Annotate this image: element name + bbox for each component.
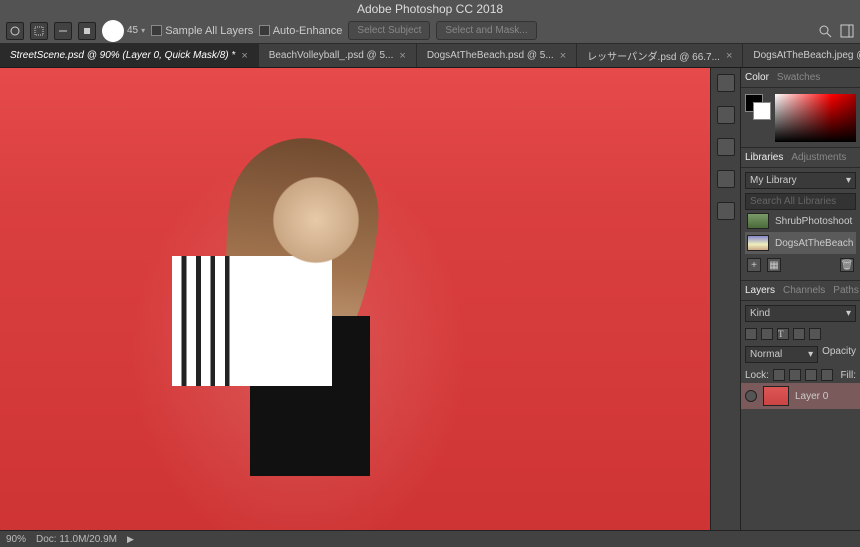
tab-color[interactable]: Color bbox=[745, 72, 769, 83]
brush-dot-icon bbox=[102, 20, 124, 42]
opacity-label: Opacity bbox=[822, 346, 856, 363]
subject-figure bbox=[140, 148, 460, 530]
collapsed-panel-strip bbox=[710, 68, 740, 530]
lock-all-icon[interactable] bbox=[821, 369, 833, 381]
libraries-panel-body: My Library▾ Search All Libraries ShrubPh… bbox=[741, 168, 860, 281]
select-and-mask-button[interactable]: Select and Mask... bbox=[436, 21, 536, 40]
libraries-menu-icon[interactable]: ▦ bbox=[767, 258, 781, 272]
workspace-icon[interactable] bbox=[840, 24, 854, 38]
library-thumb bbox=[747, 213, 769, 229]
brushes-icon[interactable] bbox=[717, 138, 735, 156]
document-tab[interactable]: BeachVolleyball_.psd @ 5...× bbox=[259, 44, 417, 67]
tab-adjustments[interactable]: Adjustments bbox=[791, 152, 846, 163]
filter-type-icon[interactable]: T bbox=[777, 328, 789, 340]
chevron-down-icon: ▾ bbox=[808, 349, 813, 360]
options-bar: 45 ▾ Sample All Layers Auto-Enhance Sele… bbox=[0, 18, 860, 44]
window-title: Adobe Photoshop CC 2018 bbox=[0, 0, 860, 18]
chevron-down-icon: ▾ bbox=[846, 175, 851, 186]
library-dropdown[interactable]: My Library▾ bbox=[745, 172, 856, 189]
layer-name[interactable]: Layer 0 bbox=[795, 391, 828, 402]
filter-image-icon[interactable] bbox=[745, 328, 757, 340]
intersect-selection-icon[interactable] bbox=[78, 22, 96, 40]
tab-libraries[interactable]: Libraries bbox=[745, 152, 783, 163]
layers-panel-tabs: Layers Channels Paths bbox=[741, 281, 860, 301]
lock-image-icon[interactable] bbox=[789, 369, 801, 381]
brush-preview[interactable]: 45 ▾ bbox=[102, 20, 145, 42]
delete-icon[interactable]: 🗑 bbox=[840, 258, 854, 272]
lock-position-icon[interactable] bbox=[805, 369, 817, 381]
filter-shape-icon[interactable] bbox=[793, 328, 805, 340]
canvas[interactable] bbox=[0, 68, 710, 530]
sample-all-layers-checkbox[interactable]: Sample All Layers bbox=[151, 25, 253, 37]
tab-paths[interactable]: Paths bbox=[833, 285, 859, 296]
library-item[interactable]: ShrubPhotoshoot bbox=[745, 210, 856, 232]
subtract-selection-icon[interactable] bbox=[54, 22, 72, 40]
document-tabs: StreetScene.psd @ 90% (Layer 0, Quick Ma… bbox=[0, 44, 860, 68]
add-content-icon[interactable]: + bbox=[747, 258, 761, 272]
search-icon[interactable] bbox=[818, 24, 832, 38]
libraries-panel-tabs: Libraries Adjustments bbox=[741, 148, 860, 168]
tool-preset-icon[interactable] bbox=[6, 22, 24, 40]
paragraph-icon[interactable] bbox=[717, 202, 735, 220]
library-item[interactable]: DogsAtTheBeach bbox=[745, 232, 856, 254]
tab-layers[interactable]: Layers bbox=[745, 285, 775, 296]
color-panel-tabs: Color Swatches bbox=[741, 68, 860, 88]
layer-row[interactable]: Layer 0 bbox=[741, 383, 860, 409]
library-thumb bbox=[747, 235, 769, 251]
status-bar: 90% Doc: 11.0M/20.9M ▶ bbox=[0, 530, 860, 547]
filter-smart-icon[interactable] bbox=[809, 328, 821, 340]
zoom-level[interactable]: 90% bbox=[6, 534, 26, 545]
doc-size[interactable]: Doc: 11.0M/20.9M bbox=[36, 534, 117, 545]
document-tab[interactable]: DogsAtTheBeach.jpeg @ ...× bbox=[743, 44, 860, 67]
filter-adjust-icon[interactable] bbox=[761, 328, 773, 340]
document-tab[interactable]: StreetScene.psd @ 90% (Layer 0, Quick Ma… bbox=[0, 44, 259, 67]
auto-enhance-checkbox[interactable]: Auto-Enhance bbox=[259, 25, 342, 37]
visibility-icon[interactable] bbox=[745, 390, 757, 402]
color-panel-body bbox=[741, 88, 860, 148]
select-subject-button[interactable]: Select Subject bbox=[348, 21, 430, 40]
fill-label: Fill: bbox=[840, 370, 856, 381]
lock-label: Lock: bbox=[745, 370, 769, 381]
color-ramp[interactable] bbox=[775, 94, 856, 142]
close-icon[interactable]: × bbox=[560, 50, 566, 62]
history-icon[interactable] bbox=[717, 74, 735, 92]
close-icon[interactable]: × bbox=[399, 50, 405, 62]
character-icon[interactable] bbox=[717, 170, 735, 188]
brush-size-value: 45 bbox=[127, 25, 138, 36]
right-panels: Color Swatches Libraries Adjustments My … bbox=[740, 68, 860, 530]
foreground-background-swatch[interactable] bbox=[745, 94, 771, 120]
blend-mode-dropdown[interactable]: Normal▾ bbox=[745, 346, 818, 363]
document-tab[interactable]: レッサーパンダ.psd @ 66.7...× bbox=[577, 44, 743, 67]
chevron-right-icon[interactable]: ▶ bbox=[127, 534, 134, 545]
properties-icon[interactable] bbox=[717, 106, 735, 124]
close-icon[interactable]: × bbox=[241, 50, 247, 62]
close-icon[interactable]: × bbox=[726, 50, 732, 62]
add-selection-icon[interactable] bbox=[30, 22, 48, 40]
lock-transparent-icon[interactable] bbox=[773, 369, 785, 381]
tab-swatches[interactable]: Swatches bbox=[777, 72, 820, 83]
tab-channels[interactable]: Channels bbox=[783, 285, 825, 296]
layer-filter-kind[interactable]: Kind▾ bbox=[745, 305, 856, 322]
layer-thumbnail[interactable] bbox=[763, 386, 789, 406]
document-tab[interactable]: DogsAtTheBeach.psd @ 5...× bbox=[417, 44, 577, 67]
chevron-down-icon: ▾ bbox=[846, 308, 851, 319]
library-search-input[interactable]: Search All Libraries bbox=[745, 193, 856, 210]
chevron-down-icon: ▾ bbox=[141, 26, 145, 35]
